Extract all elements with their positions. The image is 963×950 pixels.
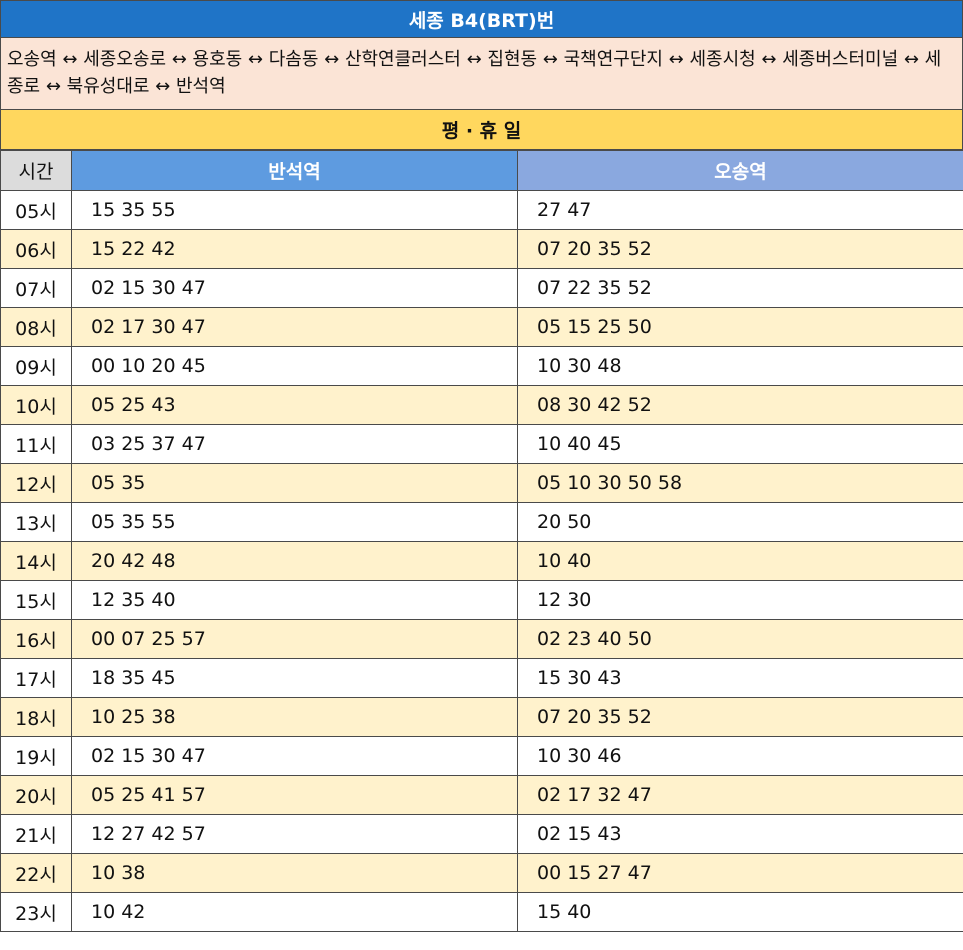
direction-a-times: 10 42: [71, 892, 518, 932]
hour-cell: 13시: [0, 502, 72, 542]
table-row: 05시 15 35 55 27 47: [0, 190, 963, 230]
day-type-header: 평 · 휴 일: [0, 110, 963, 150]
hour-cell: 23시: [0, 892, 72, 932]
table-row: 10시 05 25 43 08 30 42 52: [0, 385, 963, 425]
direction-b-times: 15 30 43: [517, 658, 963, 698]
direction-b-times: 12 30: [517, 580, 963, 620]
hour-cell: 14시: [0, 541, 72, 581]
direction-b-times: 15 40: [517, 892, 963, 932]
direction-a-times: 03 25 37 47: [71, 424, 518, 464]
direction-b-times: 07 20 35 52: [517, 697, 963, 737]
route-description: 오송역 ↔ 세종오송로 ↔ 용호동 ↔ 다솜동 ↔ 산학연클러스터 ↔ 집현동 …: [0, 38, 963, 110]
direction-a-times: 05 25 41 57: [71, 775, 518, 815]
direction-b-times: 10 30 46: [517, 736, 963, 776]
hour-cell: 21시: [0, 814, 72, 854]
hour-cell: 10시: [0, 385, 72, 425]
hour-cell: 11시: [0, 424, 72, 464]
direction-b-header: 오송역: [517, 150, 963, 191]
direction-a-times: 20 42 48: [71, 541, 518, 581]
direction-b-times: 20 50: [517, 502, 963, 542]
direction-b-times: 00 15 27 47: [517, 853, 963, 893]
hour-cell: 22시: [0, 853, 72, 893]
hour-cell: 05시: [0, 190, 72, 230]
direction-a-times: 10 38: [71, 853, 518, 893]
table-row: 08시 02 17 30 47 05 15 25 50: [0, 307, 963, 347]
hour-cell: 18시: [0, 697, 72, 737]
hour-cell: 19시: [0, 736, 72, 776]
direction-a-times: 05 35: [71, 463, 518, 503]
hour-cell: 07시: [0, 268, 72, 308]
table-row: 06시 15 22 42 07 20 35 52: [0, 229, 963, 269]
table-row: 21시 12 27 42 57 02 15 43: [0, 814, 963, 854]
direction-a-times: 02 15 30 47: [71, 736, 518, 776]
direction-a-times: 12 35 40: [71, 580, 518, 620]
hour-column-header: 시간: [0, 150, 72, 191]
direction-a-header: 반석역: [71, 150, 518, 191]
hour-cell: 06시: [0, 229, 72, 269]
direction-a-times: 02 15 30 47: [71, 268, 518, 308]
table-row: 15시 12 35 40 12 30: [0, 580, 963, 620]
direction-a-times: 05 25 43: [71, 385, 518, 425]
direction-b-times: 02 15 43: [517, 814, 963, 854]
direction-b-times: 05 15 25 50: [517, 307, 963, 347]
hour-cell: 08시: [0, 307, 72, 347]
direction-b-times: 05 10 30 50 58: [517, 463, 963, 503]
direction-a-times: 00 07 25 57: [71, 619, 518, 659]
table-row: 23시 10 42 15 40: [0, 892, 963, 932]
table-row: 09시 00 10 20 45 10 30 48: [0, 346, 963, 386]
table-row: 18시 10 25 38 07 20 35 52: [0, 697, 963, 737]
direction-a-times: 00 10 20 45: [71, 346, 518, 386]
table-row: 11시 03 25 37 47 10 40 45: [0, 424, 963, 464]
direction-b-times: 10 30 48: [517, 346, 963, 386]
table-row: 13시 05 35 55 20 50: [0, 502, 963, 542]
hour-cell: 15시: [0, 580, 72, 620]
timetable: 세종 B4(BRT)번 오송역 ↔ 세종오송로 ↔ 용호동 ↔ 다솜동 ↔ 산학…: [0, 0, 963, 950]
direction-b-times: 10 40 45: [517, 424, 963, 464]
direction-b-times: 08 30 42 52: [517, 385, 963, 425]
direction-a-times: 02 17 30 47: [71, 307, 518, 347]
hour-cell: 20시: [0, 775, 72, 815]
direction-a-times: 15 22 42: [71, 229, 518, 269]
direction-a-times: 15 35 55: [71, 190, 518, 230]
direction-b-times: 07 20 35 52: [517, 229, 963, 269]
timetable-title: 세종 B4(BRT)번: [0, 0, 963, 38]
direction-b-times: 02 23 40 50: [517, 619, 963, 659]
table-row: 22시 10 38 00 15 27 47: [0, 853, 963, 893]
table-row: 16시 00 07 25 57 02 23 40 50: [0, 619, 963, 659]
hour-cell: 09시: [0, 346, 72, 386]
direction-a-times: 18 35 45: [71, 658, 518, 698]
direction-b-times: 10 40: [517, 541, 963, 581]
table-row: 19시 02 15 30 47 10 30 46: [0, 736, 963, 776]
hour-cell: 16시: [0, 619, 72, 659]
table-row: 20시 05 25 41 57 02 17 32 47: [0, 775, 963, 815]
hour-cell: 17시: [0, 658, 72, 698]
direction-a-times: 10 25 38: [71, 697, 518, 737]
table-row: 17시 18 35 45 15 30 43: [0, 658, 963, 698]
table-row: 14시 20 42 48 10 40: [0, 541, 963, 581]
hour-cell: 12시: [0, 463, 72, 503]
direction-a-times: 12 27 42 57: [71, 814, 518, 854]
direction-b-times: 27 47: [517, 190, 963, 230]
table-row: 12시 05 35 05 10 30 50 58: [0, 463, 963, 503]
direction-b-times: 07 22 35 52: [517, 268, 963, 308]
column-header-row: 시간 반석역 오송역: [0, 150, 963, 191]
table-row: 07시 02 15 30 47 07 22 35 52: [0, 268, 963, 308]
direction-b-times: 02 17 32 47: [517, 775, 963, 815]
schedule-table: 시간 반석역 오송역 05시 15 35 55 27 47 06시 15 22 42 07…: [0, 150, 963, 932]
direction-a-times: 05 35 55: [71, 502, 518, 542]
